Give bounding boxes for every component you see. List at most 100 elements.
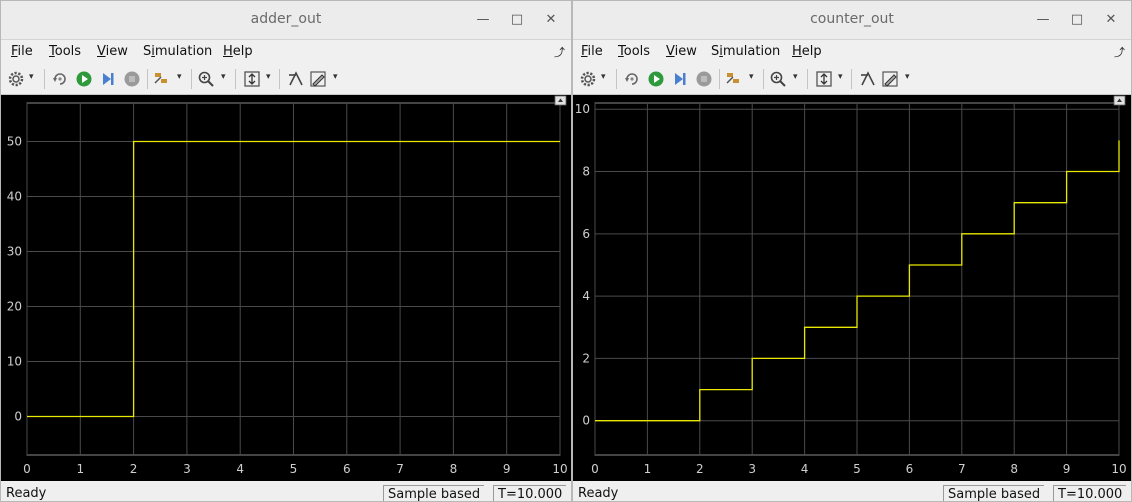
close-button[interactable]: ✕	[541, 10, 561, 30]
dropdown-arrow-icon[interactable]: ▾	[333, 72, 338, 82]
title-bar[interactable]: adder_out — □ ✕	[1, 1, 571, 40]
menu-tools[interactable]: Tools	[49, 44, 81, 59]
menu-file[interactable]: File	[581, 44, 603, 59]
y-tick-label: 10	[575, 102, 590, 116]
plot-area[interactable]: 0 1 2 3 4 5 6 7 8 9 10 0 2 4 6 8 10	[573, 95, 1131, 481]
toolbar-separator	[191, 69, 192, 89]
x-tick-label: 2	[130, 462, 138, 476]
close-button[interactable]: ✕	[1101, 10, 1121, 30]
x-tick-label: 7	[396, 462, 404, 476]
scope-window-counter-out: counter_out — □ ✕ File Tools View Simula…	[572, 0, 1132, 502]
x-tick-label: 7	[958, 462, 966, 476]
status-time: T=10.000	[493, 485, 567, 501]
x-tick-label: 9	[1063, 462, 1071, 476]
edit-icon[interactable]	[309, 70, 327, 88]
toolbar-separator	[147, 69, 148, 89]
run-icon[interactable]	[75, 70, 93, 88]
y-tick-label: 8	[582, 165, 590, 179]
x-tick-label: 4	[236, 462, 244, 476]
restore-icon[interactable]	[51, 70, 69, 88]
x-tick-label: 0	[591, 462, 599, 476]
y-tick-label: 50	[7, 135, 22, 149]
dropdown-arrow-icon[interactable]: ▾	[838, 72, 843, 82]
toolbar-separator	[44, 69, 45, 89]
scope-window-adder-out: adder_out — □ ✕ File Tools View Simulati…	[0, 0, 572, 502]
title-bar[interactable]: counter_out — □ ✕	[573, 1, 1131, 40]
status-sample-mode: Sample based	[383, 485, 485, 501]
x-tick-label: 3	[748, 462, 756, 476]
legend-toggle-icon[interactable]	[1113, 95, 1126, 106]
x-tick-label: 9	[503, 462, 511, 476]
menu-file[interactable]: File	[11, 44, 33, 59]
dropdown-arrow-icon[interactable]: ▾	[601, 72, 606, 82]
scope-chart: 0 1 2 3 4 5 6 7 8 9 10 0 2 4 6 8 10	[575, 95, 1127, 476]
menu-collapse-icon[interactable]: ⤴	[1114, 44, 1125, 60]
dropdown-arrow-icon[interactable]: ▾	[29, 72, 34, 82]
menu-bar: File Tools View Simulation Help ⤴	[573, 40, 1131, 64]
menu-simulation[interactable]: Simulation	[711, 44, 780, 59]
dropdown-arrow-icon[interactable]: ▾	[221, 72, 226, 82]
menu-help[interactable]: Help	[792, 44, 822, 59]
cursor-measure-icon[interactable]	[287, 70, 305, 88]
x-tick-label: 1	[76, 462, 84, 476]
maximize-button[interactable]: □	[1067, 10, 1087, 30]
toolbar-separator	[851, 69, 852, 89]
status-bar: Ready Sample based T=10.000	[573, 483, 1131, 501]
status-sample-mode: Sample based	[943, 485, 1045, 501]
menu-tools[interactable]: Tools	[618, 44, 650, 59]
x-tick-label: 6	[906, 462, 914, 476]
stop-icon[interactable]	[695, 70, 713, 88]
x-tick-label: 5	[290, 462, 298, 476]
y-tick-label: 4	[582, 289, 590, 303]
menu-simulation[interactable]: Simulation	[143, 44, 212, 59]
x-tick-label: 5	[853, 462, 861, 476]
y-tick-label: 2	[582, 351, 590, 365]
x-tick-label: 0	[23, 462, 31, 476]
scope-chart: 0 1 2 3 4 5 6 7 8 9 10 0 10 20 30 40 50	[7, 95, 568, 476]
autoscale-icon[interactable]	[243, 70, 261, 88]
menu-collapse-icon[interactable]: ⤴	[554, 44, 565, 60]
minimize-button[interactable]: —	[473, 10, 493, 30]
toolbar-separator	[719, 69, 720, 89]
menu-help[interactable]: Help	[223, 44, 253, 59]
dropdown-arrow-icon[interactable]: ▾	[793, 72, 798, 82]
zoom-icon[interactable]	[769, 70, 787, 88]
maximize-button[interactable]: □	[507, 10, 527, 30]
y-tick-label: 30	[7, 245, 22, 259]
run-icon[interactable]	[647, 70, 665, 88]
y-tick-label: 0	[582, 414, 590, 428]
stop-icon[interactable]	[123, 70, 141, 88]
dropdown-arrow-icon[interactable]: ▾	[749, 72, 754, 82]
x-tick-label: 10	[1111, 462, 1126, 476]
menu-bar: File Tools View Simulation Help ⤴	[1, 40, 571, 64]
step-forward-icon[interactable]	[99, 70, 117, 88]
y-tick-label: 6	[582, 227, 590, 241]
edit-icon[interactable]	[881, 70, 899, 88]
legend-toggle-icon[interactable]	[554, 95, 567, 106]
toolbar-separator	[763, 69, 764, 89]
gear-icon[interactable]	[579, 70, 597, 88]
x-tick-label: 8	[1010, 462, 1018, 476]
step-forward-icon[interactable]	[671, 70, 689, 88]
dropdown-arrow-icon[interactable]: ▾	[266, 72, 271, 82]
dropdown-arrow-icon[interactable]: ▾	[905, 72, 910, 82]
restore-icon[interactable]	[623, 70, 641, 88]
x-tick-label: 3	[183, 462, 191, 476]
gear-icon[interactable]	[7, 70, 25, 88]
y-tick-label: 10	[7, 355, 22, 369]
minimize-button[interactable]: —	[1033, 10, 1053, 30]
plot-area[interactable]: 0 1 2 3 4 5 6 7 8 9 10 0 10 20 30 40 50	[1, 95, 571, 481]
zoom-icon[interactable]	[197, 70, 215, 88]
highlight-icon[interactable]	[153, 70, 171, 88]
highlight-icon[interactable]	[725, 70, 743, 88]
toolbar-separator	[235, 69, 236, 89]
menu-view[interactable]: View	[666, 44, 697, 59]
x-tick-label: 2	[696, 462, 704, 476]
menu-view[interactable]: View	[97, 44, 128, 59]
toolbar: ▾ ▾ ▾ ▾ ▾	[1, 64, 571, 95]
status-bar: Ready Sample based T=10.000	[1, 483, 571, 501]
toolbar: ▾ ▾ ▾ ▾ ▾	[573, 64, 1131, 95]
dropdown-arrow-icon[interactable]: ▾	[177, 72, 182, 82]
cursor-measure-icon[interactable]	[859, 70, 877, 88]
autoscale-icon[interactable]	[815, 70, 833, 88]
